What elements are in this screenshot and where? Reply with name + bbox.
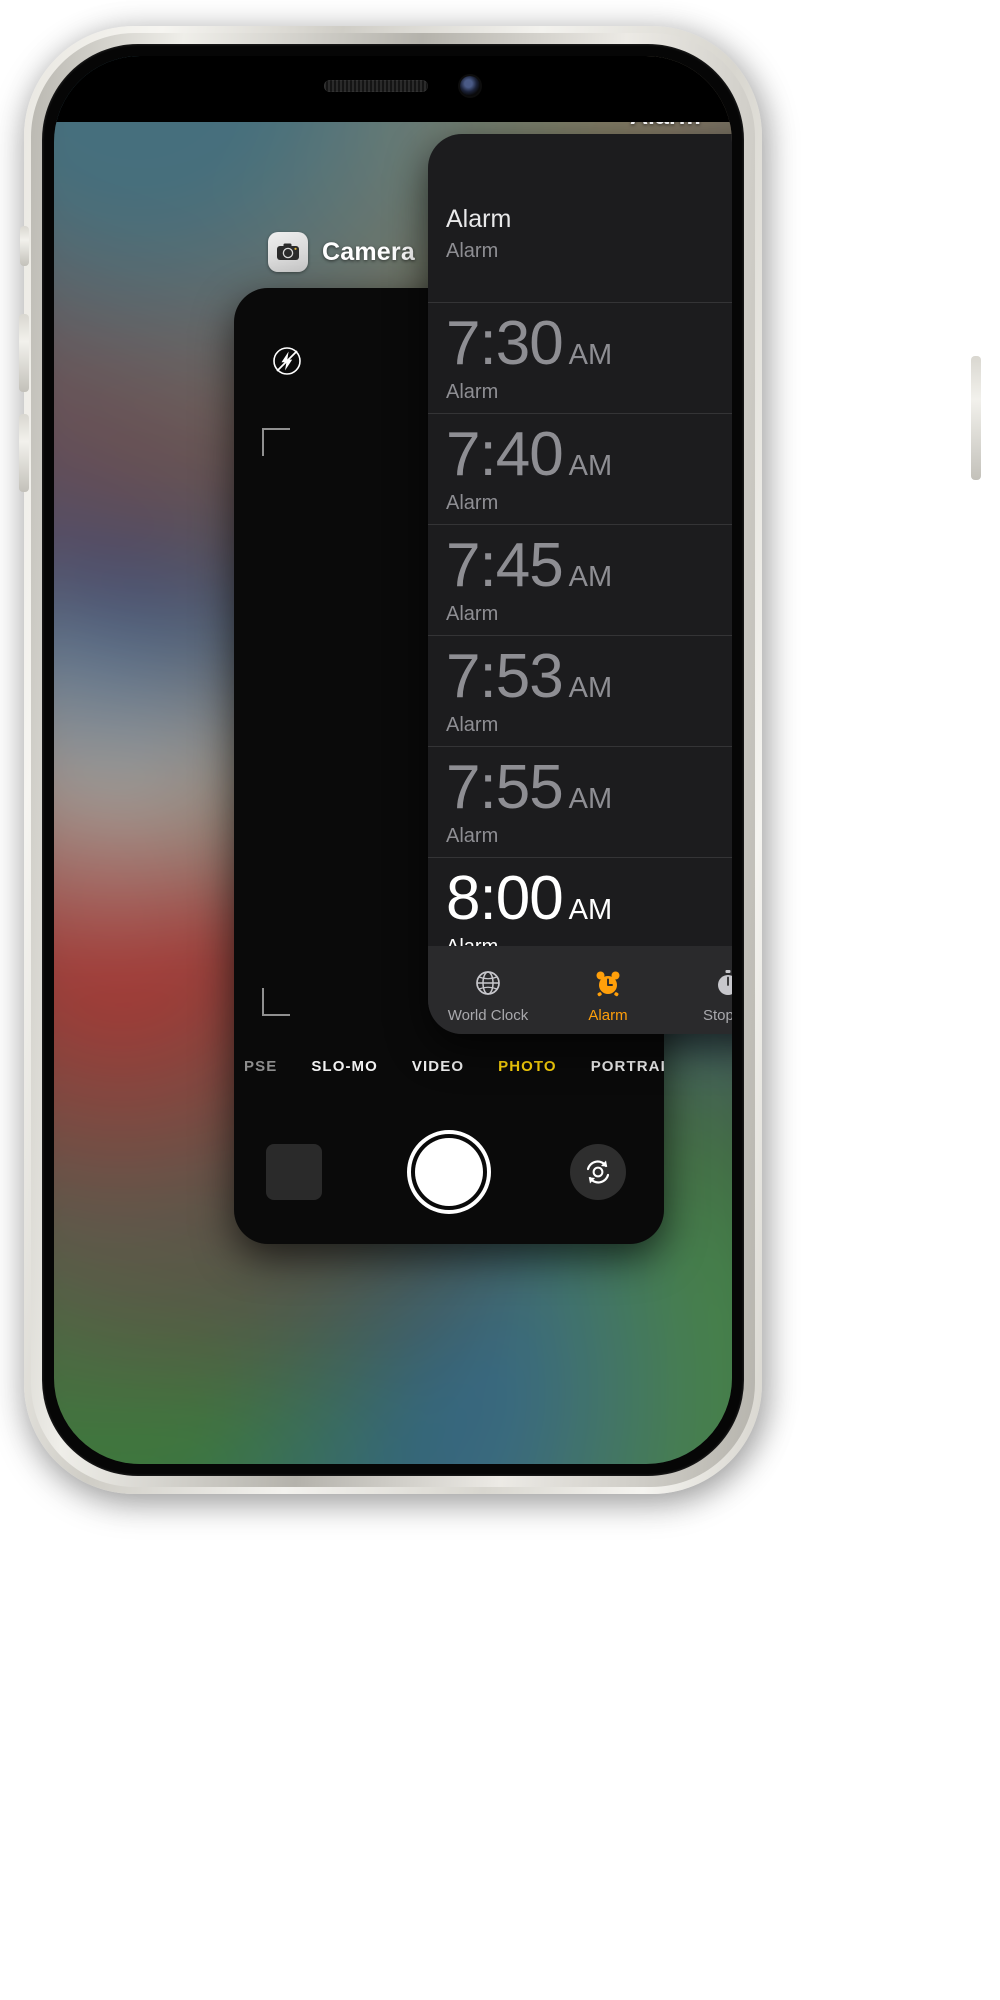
silent-switch[interactable] <box>20 226 29 266</box>
phone-screen[interactable]: Camera PSE SLO-MO VIDEO PHOTO PORTRAIT P <box>54 56 732 1464</box>
tab-stopwatch[interactable]: Stopwa <box>668 965 732 1024</box>
alarm-time: 7:55 AM <box>446 757 732 819</box>
alarm-time-period: AM <box>568 339 613 371</box>
alarm-time: 8:00 AM <box>446 868 732 930</box>
alarm-time-value: 7:30 <box>446 309 564 378</box>
device-notch <box>248 56 538 120</box>
camera-mode-portrait[interactable]: PORTRAIT <box>591 1058 664 1075</box>
tab-label-alarm: Alarm <box>588 1006 628 1024</box>
alarm-row-label: Alarm <box>446 714 499 736</box>
alarm-row[interactable]: 7:40 AM Alarm <box>428 413 732 524</box>
camera-mode-selector[interactable]: PSE SLO-MO VIDEO PHOTO PORTRAIT PANO <box>234 1058 664 1075</box>
alarm-time-value: 7:40 <box>446 420 564 489</box>
alarm-time-value: 8:00 <box>446 864 564 933</box>
stopwatch-icon <box>710 965 732 1001</box>
clock-app-card[interactable]: Alarm AM Alarm 7:30 AM Alarm 7:40 <box>428 134 732 1034</box>
flash-off-icon[interactable] <box>270 344 304 378</box>
photo-thumbnail[interactable] <box>266 1144 322 1200</box>
volume-down-button[interactable] <box>19 414 29 492</box>
flip-camera-icon[interactable] <box>570 1144 626 1200</box>
earpiece-speaker <box>324 80 428 92</box>
screenshot-stage: Camera PSE SLO-MO VIDEO PHOTO PORTRAIT P <box>0 0 1000 2000</box>
alarm-time: 7:45 AM <box>446 535 732 597</box>
camera-controls <box>234 1118 664 1238</box>
alarm-time-value: 7:45 <box>446 531 564 600</box>
alarm-time-period: AM <box>568 894 613 926</box>
shutter-button-inner <box>415 1138 483 1206</box>
shutter-button[interactable] <box>407 1130 491 1214</box>
camera-card-label[interactable]: Camera <box>268 232 415 272</box>
alarm-row[interactable]: 7:30 AM Alarm <box>428 302 732 413</box>
power-button[interactable] <box>971 356 981 480</box>
alarm-row[interactable]: 7:45 AM Alarm <box>428 524 732 635</box>
camera-mode-photo[interactable]: PHOTO <box>498 1058 557 1075</box>
alarm-time-period: AM <box>568 450 613 482</box>
clock-header: Alarm <box>428 134 732 240</box>
alarm-row[interactable]: 7:53 AM Alarm <box>428 635 732 746</box>
alarm-time: 7:53 AM <box>446 646 732 708</box>
volume-up-button[interactable] <box>19 314 29 392</box>
alarm-list[interactable]: Alarm 7:30 AM Alarm 7:40 AM Alarm 7:45 A… <box>428 240 732 1034</box>
alarm-row-label: Alarm <box>446 492 499 514</box>
alarm-time-period: AM <box>568 672 613 704</box>
alarm-row-label: Alarm <box>446 240 499 262</box>
alarm-row-label: Alarm <box>446 603 499 625</box>
alarm-row[interactable]: 7:55 AM Alarm <box>428 746 732 857</box>
camera-card-label-text: Camera <box>322 237 415 266</box>
globe-icon <box>470 965 506 1001</box>
alarm-row-label: Alarm <box>446 825 499 847</box>
alarm-time-value: 7:53 <box>446 642 564 711</box>
camera-mode-video[interactable]: VIDEO <box>412 1058 464 1075</box>
alarm-time-value: 7:55 <box>446 753 564 822</box>
alarm-clock-icon <box>590 965 626 1001</box>
alarm-row-label: Alarm <box>446 381 499 403</box>
tab-label-world-clock: World Clock <box>447 1006 529 1024</box>
alarm-time: 7:40 AM <box>446 424 732 486</box>
alarm-time-period: AM <box>568 561 613 593</box>
tab-world-clock[interactable]: World Clock <box>428 965 548 1024</box>
camera-mode-slo-mo[interactable]: SLO-MO <box>311 1058 378 1075</box>
clock-header-title: Alarm <box>446 205 512 233</box>
viewfinder-corner-bottom-left <box>262 988 290 1016</box>
alarm-time-period: AM <box>568 783 613 815</box>
tab-alarm[interactable]: Alarm <box>548 965 668 1024</box>
front-camera-icon <box>460 76 480 96</box>
alarm-time: 7:30 AM <box>446 313 732 375</box>
camera-mode-timelapse[interactable]: PSE <box>244 1058 277 1075</box>
camera-app-icon <box>268 232 308 272</box>
tab-label-stopwatch: Stopwa <box>702 1006 732 1024</box>
alarm-row[interactable]: Alarm <box>428 240 732 302</box>
clock-tab-bar[interactable]: World Clock Alarm Stop <box>428 946 732 1034</box>
viewfinder-corner-top-left <box>262 428 290 456</box>
